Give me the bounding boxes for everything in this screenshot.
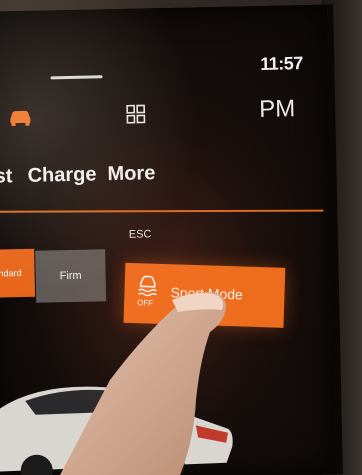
tab-more[interactable]: More xyxy=(107,162,155,186)
suspension-firm-label: Firm xyxy=(59,269,82,283)
tab-underline xyxy=(0,209,324,213)
esc-off-icon: OFF xyxy=(137,275,157,308)
infotainment-screen: 11:57 PM st Charge More ESC ndard Firm O… xyxy=(0,4,343,475)
suspension-standard-button[interactable]: ndard xyxy=(0,248,36,298)
am-pm-indicator: PM xyxy=(258,95,296,123)
photo: 11:57 PM st Charge More ESC ndard Firm O… xyxy=(0,0,362,475)
tab-partial[interactable]: st xyxy=(0,165,13,188)
esc-section-label: ESC xyxy=(128,228,152,241)
sport-mode-label: Sport Mode xyxy=(170,284,244,303)
tab-charge[interactable]: Charge xyxy=(27,163,96,187)
suspension-firm-button[interactable]: Firm xyxy=(35,249,107,303)
suspension-standard-label: ndard xyxy=(0,268,22,279)
vehicle-image xyxy=(0,386,233,475)
car-icon[interactable] xyxy=(7,108,33,127)
settings-tabs: st Charge More xyxy=(0,155,321,202)
grid-icon[interactable] xyxy=(125,103,147,125)
esc-sport-mode-button[interactable]: OFF Sport Mode xyxy=(123,262,286,328)
clock: 11:57 xyxy=(260,53,304,74)
esc-off-caption: OFF xyxy=(137,298,153,308)
pull-down-handle[interactable] xyxy=(50,75,103,80)
